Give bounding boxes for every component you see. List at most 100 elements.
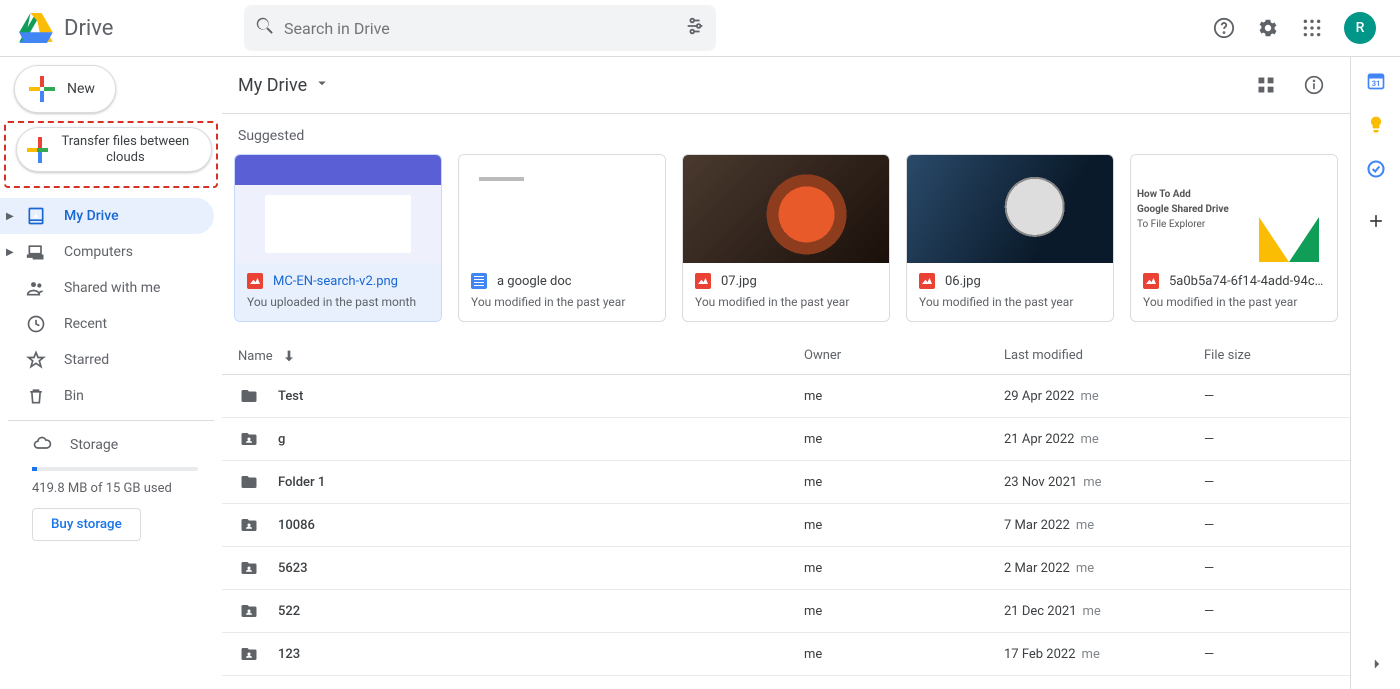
- shared-folder-icon: [238, 559, 260, 577]
- file-meta: You modified in the past year: [919, 295, 1101, 309]
- table-row[interactable]: Testme29 Apr 2022me—: [222, 375, 1350, 418]
- new-button[interactable]: New: [14, 65, 116, 113]
- suggested-card[interactable]: MC-EN-search-v2.pngYou uploaded in the p…: [234, 154, 442, 322]
- table-row[interactable]: 123me17 Feb 2022me—: [222, 633, 1350, 676]
- thumbnail: [907, 155, 1113, 263]
- folder-icon: [238, 473, 260, 491]
- sort-down-icon: [281, 348, 297, 364]
- sidebar-item-starred[interactable]: Starred: [0, 342, 214, 378]
- storage-bar: [32, 467, 198, 471]
- suggested-card[interactable]: How To AddGoogle Shared DriveTo File Exp…: [1130, 154, 1338, 322]
- row-modified: 17 Feb 2022: [1004, 647, 1076, 662]
- new-button-label: New: [67, 81, 95, 97]
- row-modified: 23 Nov 2021: [1004, 475, 1077, 490]
- row-name: Test: [278, 389, 303, 404]
- file-name: 5a0b5a74-6f14-4add-94c8…: [1169, 274, 1325, 289]
- table-header: Name Owner Last modified File size: [222, 338, 1350, 375]
- drive-logo-icon: [16, 8, 56, 48]
- breadcrumb[interactable]: My Drive: [238, 74, 331, 97]
- shared-icon: [26, 278, 46, 298]
- search-wrap: [244, 5, 716, 51]
- transfer-button[interactable]: Transfer files between clouds: [16, 127, 212, 172]
- nav-label: Recent: [64, 316, 107, 332]
- suggested-cards: MC-EN-search-v2.pngYou uploaded in the p…: [222, 154, 1350, 338]
- docs-icon: [471, 273, 487, 289]
- row-owner: me: [804, 432, 1004, 447]
- sidebar: New Transfer files between clouds ▶My Dr…: [0, 57, 222, 689]
- row-modified: 7 Mar 2022: [1004, 518, 1070, 533]
- row-modified-by: me: [1083, 475, 1101, 490]
- shared-folder-icon: [238, 430, 260, 448]
- file-name: MC-EN-search-v2.png: [273, 274, 398, 289]
- app-name: Drive: [64, 16, 113, 41]
- suggested-title: Suggested: [222, 114, 1350, 154]
- row-name: Folder 1: [278, 475, 325, 490]
- sidebar-item-bin[interactable]: Bin: [0, 378, 214, 414]
- row-modified: 21 Apr 2022: [1004, 432, 1074, 447]
- file-name: 07.jpg: [721, 274, 757, 289]
- content: My Drive Suggested MC-EN-search-v2.pngYo…: [222, 57, 1350, 689]
- table-row[interactable]: gme21 Apr 2022me—: [222, 418, 1350, 461]
- suggested-card[interactable]: 06.jpg You modified in the past year: [906, 154, 1114, 322]
- collapse-rail-icon[interactable]: [1368, 655, 1386, 677]
- search-icon: [254, 15, 276, 41]
- help-icon[interactable]: [1204, 8, 1244, 48]
- keep-icon[interactable]: [1366, 115, 1386, 135]
- nav: ▶My Drive▶ComputersShared with meRecentS…: [8, 198, 214, 414]
- logo-area[interactable]: Drive: [16, 8, 236, 48]
- shared-folder-icon: [238, 645, 260, 663]
- search-input[interactable]: [284, 19, 676, 38]
- table-row[interactable]: Folder 1me23 Nov 2021me—: [222, 461, 1350, 504]
- search-bar[interactable]: [244, 5, 716, 51]
- header-icons: R: [1204, 8, 1376, 48]
- row-owner: me: [804, 561, 1004, 576]
- avatar[interactable]: R: [1344, 12, 1376, 44]
- grid-view-icon[interactable]: [1246, 65, 1286, 105]
- row-size: —: [1204, 432, 1334, 447]
- transfer-highlight: Transfer files between clouds: [4, 121, 218, 188]
- row-owner: me: [804, 475, 1004, 490]
- calendar-icon[interactable]: 31: [1366, 71, 1386, 91]
- table-row[interactable]: 10086me7 Mar 2022me—: [222, 504, 1350, 547]
- row-size: —: [1204, 604, 1334, 619]
- shared-folder-icon: [238, 602, 260, 620]
- suggested-card[interactable]: a google docYou modified in the past yea…: [458, 154, 666, 322]
- col-size[interactable]: File size: [1204, 348, 1334, 364]
- row-modified: 21 Dec 2021: [1004, 604, 1077, 619]
- sidebar-item-shared-with-me[interactable]: Shared with me: [0, 270, 214, 306]
- row-size: —: [1204, 518, 1334, 533]
- add-icon[interactable]: [1366, 211, 1386, 231]
- image-icon: [695, 273, 711, 289]
- search-options-icon[interactable]: [684, 15, 706, 41]
- col-name[interactable]: Name: [238, 348, 804, 364]
- row-modified-by: me: [1076, 518, 1094, 533]
- buy-storage-button[interactable]: Buy storage: [32, 508, 141, 541]
- bin-icon: [26, 386, 46, 406]
- file-meta: You modified in the past year: [1143, 295, 1325, 309]
- apps-icon[interactable]: [1292, 8, 1332, 48]
- tasks-icon[interactable]: [1366, 159, 1386, 179]
- col-owner[interactable]: Owner: [804, 348, 1004, 364]
- suggested-card[interactable]: 07.jpgYou modified in the past year: [682, 154, 890, 322]
- info-icon[interactable]: [1294, 65, 1334, 105]
- sidebar-storage[interactable]: Storage: [32, 433, 198, 457]
- col-modified[interactable]: Last modified: [1004, 348, 1204, 364]
- drive-icon: [26, 206, 46, 226]
- sidebar-item-my-drive[interactable]: ▶My Drive: [0, 198, 214, 234]
- table-row[interactable]: 522me21 Dec 2021me—: [222, 590, 1350, 633]
- settings-icon[interactable]: [1248, 8, 1288, 48]
- thumbnail: [459, 155, 665, 263]
- table-row[interactable]: 5623me2 Mar 2022me—: [222, 547, 1350, 590]
- table-body: Testme29 Apr 2022me—gme21 Apr 2022me—Fol…: [222, 375, 1350, 676]
- row-modified: 2 Mar 2022: [1004, 561, 1070, 576]
- row-size: —: [1204, 389, 1334, 404]
- storage-label: Storage: [70, 437, 118, 453]
- sidebar-item-computers[interactable]: ▶Computers: [0, 234, 214, 270]
- star-icon: [26, 350, 46, 370]
- image-icon: [1143, 273, 1159, 289]
- sidebar-item-recent[interactable]: Recent: [0, 306, 214, 342]
- file-name: 06.jpg: [945, 274, 981, 289]
- row-size: —: [1204, 475, 1334, 490]
- thumbnail: How To AddGoogle Shared DriveTo File Exp…: [1131, 155, 1337, 263]
- computers-icon: [26, 242, 46, 262]
